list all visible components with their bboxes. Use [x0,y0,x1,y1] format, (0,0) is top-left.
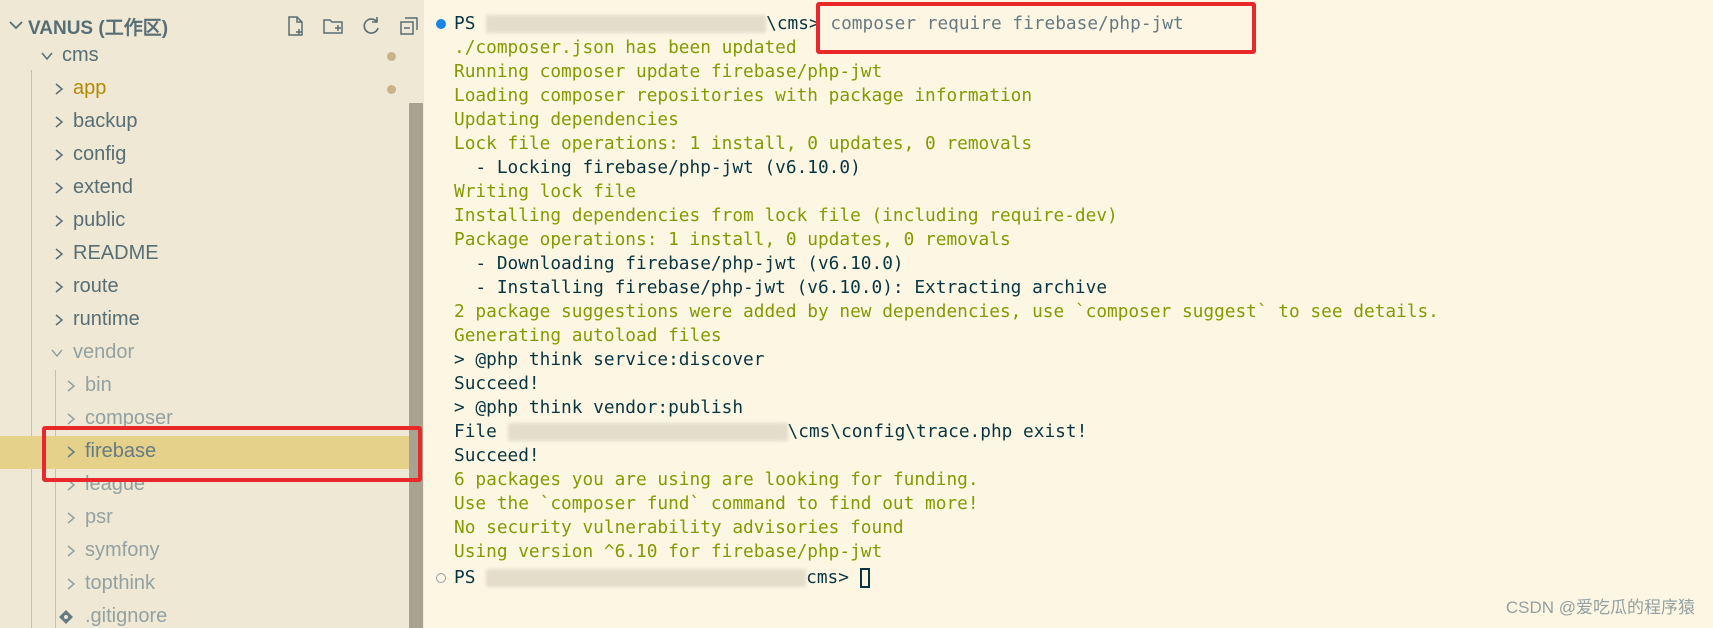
tree-item-label: public [73,209,126,231]
output-line: 6 packages you are using are looking for… [454,469,979,490]
command-success-dot [436,19,446,29]
chevron-right-icon [67,380,76,392]
file-path: \cms\config\trace.php exist! [787,421,1088,442]
redacted-path [486,15,767,33]
tree-item-cms[interactable]: cms [0,40,410,73]
chevron-right-icon [55,83,64,95]
chevron-right-icon [67,578,76,590]
prompt-suffix: cms> [806,567,849,588]
chevron-right-icon [67,512,76,524]
collapse-all-icon[interactable] [397,14,421,38]
output-line: File \cms\config\trace.php exist! [454,420,1087,444]
output-line: Writing lock file [454,181,636,202]
prompt-suffix: \cms> [766,13,820,34]
output-line: Succeed! [454,445,540,466]
tree-item-gitignore[interactable]: .gitignore [0,601,410,628]
tree-item-label: config [73,143,127,165]
git-icon [59,610,73,624]
output-line: Updating dependencies [454,109,679,130]
tree-item-config[interactable]: config [0,139,410,172]
chevron-right-icon [55,149,64,161]
chevron-right-icon [55,116,64,128]
tree-item-label: vendor [73,341,135,363]
chevron-right-icon [67,545,76,557]
output-line: ./composer.json has been updated [454,37,797,58]
tree-item-label: cms [62,44,99,66]
tree-item-extend[interactable]: extend [0,172,410,205]
tree-item-psr[interactable]: psr [0,502,410,535]
output-line: Installing dependencies from lock file (… [454,205,1118,226]
file-prefix: File [454,421,497,442]
tree-item-readme[interactable]: README [0,238,410,271]
watermark: CSDN @爱吃瓜的程序猿 [1505,598,1695,617]
refresh-icon[interactable] [359,14,383,38]
chevron-right-icon [55,182,64,194]
redacted-path [486,569,807,587]
prompt-prefix: PS [454,13,476,34]
tree-item-label: backup [73,110,138,132]
output-line: - Downloading firebase/php-jwt (v6.10.0) [454,253,904,274]
tree-item-backup[interactable]: backup [0,106,410,139]
explorer-scrollbar[interactable] [409,103,423,628]
tree-item-route[interactable]: route [0,271,410,304]
tree-item-label: bin [85,374,112,396]
output-line: - Installing firebase/php-jwt (v6.10.0):… [454,277,1108,298]
prompt-prefix: PS [454,567,476,588]
chevron-down-icon[interactable] [6,15,26,35]
tree-item-runtime[interactable]: runtime [0,304,410,337]
output-line: - Locking firebase/php-jwt (v6.10.0) [454,157,861,178]
output-line: Generating autoload files [454,325,722,346]
output-line: 2 package suggestions were added by new … [454,301,1439,322]
firebase-highlight-box [42,426,422,482]
tree-item-label: .gitignore [85,605,168,627]
tree-item-symfony[interactable]: symfony [0,535,410,568]
output-line: No security vulnerability advisories fou… [454,517,904,538]
tree-item-public[interactable]: public [0,205,410,238]
tree-item-app[interactable]: app [0,73,410,106]
explorer-actions [283,14,421,38]
chevron-down-icon [41,52,53,61]
chevron-right-icon [55,281,64,293]
tree-item-label: app [73,77,107,99]
new-folder-icon[interactable] [321,14,345,38]
chevron-right-icon [55,248,64,260]
workspace-title: VANUS (工作区) [28,18,169,39]
tree-item-label: README [73,242,159,264]
tree-item-label: extend [73,176,134,198]
chevron-right-icon [55,314,64,326]
output-line: Package operations: 1 install, 0 updates… [454,229,1011,250]
prompt-idle-dot [436,573,446,583]
output-line: Use the `composer fund` command to find … [454,493,979,514]
chevron-down-icon [51,349,63,358]
chevron-right-icon [67,413,76,425]
tree-item-vendor[interactable]: vendor [0,337,410,370]
terminal-final-prompt[interactable]: PS cms> [454,566,870,590]
terminal-cursor [859,568,870,588]
output-line: Lock file operations: 1 install, 0 updat… [454,133,1033,154]
output-line: Using version ^6.10 for firebase/php-jwt [454,541,883,562]
tree-item-bin[interactable]: bin [0,370,410,403]
new-file-icon[interactable] [283,14,307,38]
modified-dot [387,52,396,61]
command-highlight-box [816,2,1256,54]
tree-item-label: psr [85,506,113,528]
output-line: Loading composer repositories with packa… [454,85,1033,106]
output-line: Running composer update firebase/php-jwt [454,61,883,82]
output-line: > @php think service:discover [454,349,765,370]
output-line: Succeed! [454,373,540,394]
output-line: > @php think vendor:publish [454,397,744,418]
tree-item-label: symfony [85,539,160,561]
terminal-panel[interactable]: PS \cms> composer require firebase/php-j… [424,0,1713,628]
tree-item-topthink[interactable]: topthink [0,568,410,601]
explorer-sidebar: VANUS (工作区) cms app backup config extend… [0,0,424,628]
chevron-right-icon [55,215,64,227]
tree-item-label: topthink [85,572,156,594]
tree-item-label: route [73,275,119,297]
tree-item-label: runtime [73,308,140,330]
redacted-path [507,423,788,441]
modified-dot [387,85,396,94]
